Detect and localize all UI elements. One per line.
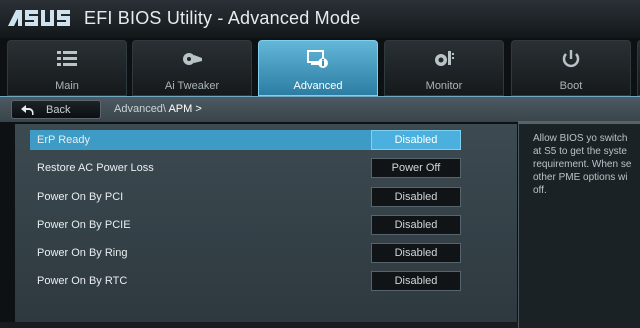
setting-value-button[interactable]: Disabled: [371, 271, 461, 291]
panel-bottom-edge: [0, 322, 518, 328]
setting-label: Restore AC Power Loss: [37, 162, 154, 174]
tab-advanced[interactable]: Advanced: [258, 40, 378, 96]
breadcrumb-current: APM >: [168, 103, 202, 115]
setting-value-button[interactable]: Disabled: [371, 130, 461, 150]
list-icon: [57, 51, 77, 66]
breadcrumb-path[interactable]: Advanced\: [114, 103, 166, 115]
help-line: off.: [533, 185, 547, 196]
power-icon: [562, 50, 580, 68]
help-text: Allow BIOS yo switch at S5 to get the sy…: [533, 132, 640, 197]
tab-monitor[interactable]: Monitor: [384, 40, 504, 96]
help-panel: Allow BIOS yo switch at S5 to get the sy…: [518, 124, 640, 328]
tab-boot[interactable]: Boot: [511, 40, 631, 96]
setting-value-button[interactable]: Disabled: [371, 187, 461, 207]
setting-value-button[interactable]: Power Off: [371, 158, 461, 178]
tab-label-ai-tweaker: Ai Tweaker: [164, 80, 220, 92]
fan-icon: [183, 53, 202, 65]
advanced-info-icon: [307, 50, 328, 68]
setting-row-power-on-by-pcie[interactable]: Power On By PCIE Disabled: [15, 215, 517, 237]
back-button[interactable]: Back: [11, 100, 101, 119]
breadcrumb-bar: Back Advanced\ APM >: [0, 96, 640, 122]
setting-label: ErP Ready: [37, 134, 90, 146]
setting-label: Power On By RTC: [37, 275, 128, 287]
back-label: Back: [46, 104, 71, 116]
tab-main[interactable]: Main: [7, 40, 127, 96]
tab-label-boot: Boot: [559, 80, 583, 92]
setting-row-restore-ac-power-loss[interactable]: Restore AC Power Loss Power Off: [15, 158, 517, 180]
back-arrow-icon: [21, 105, 34, 115]
monitor-gear-icon: [435, 51, 454, 66]
help-line: requirement. When se: [533, 159, 632, 170]
setting-row-power-on-by-rtc[interactable]: Power On By RTC Disabled: [15, 271, 517, 293]
tab-label-monitor: Monitor: [425, 80, 463, 92]
setting-row-erp-ready[interactable]: ErP Ready Disabled: [15, 130, 517, 152]
tab-label-advanced: Advanced: [293, 80, 343, 92]
breadcrumb: Advanced\ APM >: [114, 103, 202, 115]
title-bar: EFI BIOS Utility - Advanced Mode: [0, 0, 640, 38]
asus-logo: [8, 10, 70, 26]
help-line: Allow BIOS yo switch: [533, 133, 628, 144]
setting-value-button[interactable]: Disabled: [371, 215, 461, 235]
setting-row-power-on-by-pci[interactable]: Power On By PCI Disabled: [15, 187, 517, 209]
tab-ai-tweaker[interactable]: Ai Tweaker: [132, 40, 252, 96]
setting-label: Power On By PCI: [37, 191, 124, 203]
help-line: other PME options wi: [533, 172, 628, 183]
tab-label-main: Main: [55, 80, 79, 92]
setting-label: Power On By PCIE: [37, 219, 131, 231]
app-title: EFI BIOS Utility - Advanced Mode: [84, 8, 361, 28]
help-line: at S5 to get the syste: [533, 146, 627, 157]
main-tabs: Main Ai Tweaker Advanced Monitor Boot: [0, 40, 640, 96]
setting-row-power-on-by-ring[interactable]: Power On By Ring Disabled: [15, 243, 517, 265]
setting-value-button[interactable]: Disabled: [371, 243, 461, 263]
setting-label: Power On By Ring: [37, 247, 128, 259]
